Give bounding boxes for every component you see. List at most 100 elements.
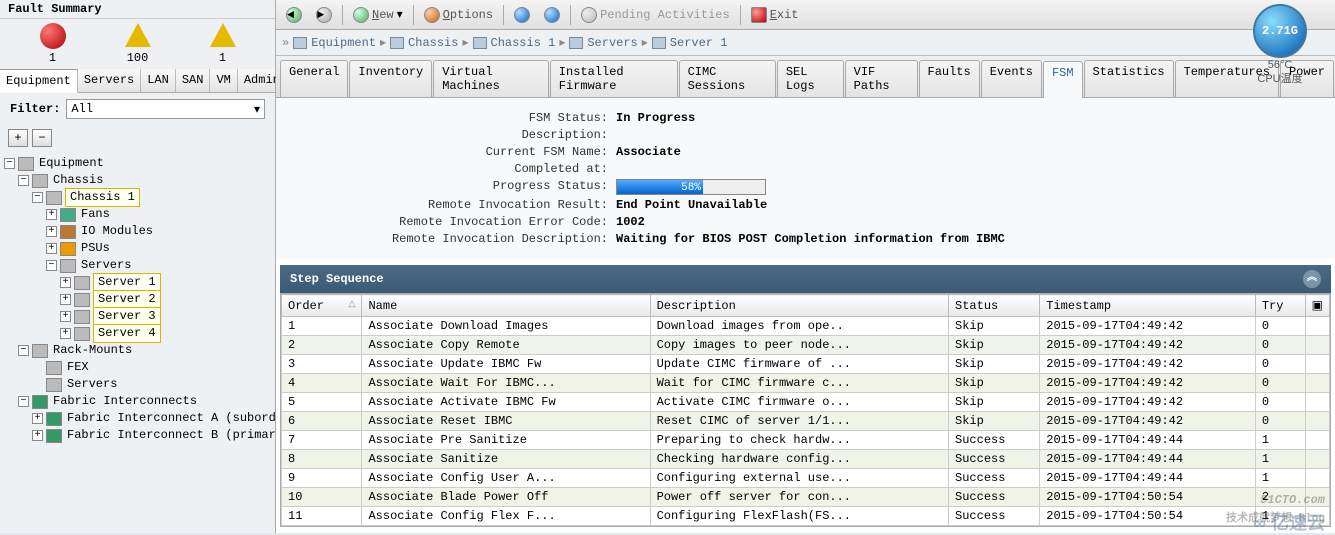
- psu-icon: [60, 242, 76, 256]
- options-icon: [424, 7, 440, 23]
- tree-server-3[interactable]: +Server 3: [2, 308, 273, 325]
- new-button[interactable]: New ▾: [349, 5, 407, 25]
- equipment-icon: [293, 37, 307, 49]
- fsm-status-value: In Progress: [616, 111, 695, 125]
- fault-minor[interactable]: 1: [180, 23, 265, 65]
- tree-root[interactable]: −Equipment: [2, 155, 273, 172]
- table-row[interactable]: 6Associate Reset IBMCReset CIMC of serve…: [282, 412, 1330, 431]
- tab-vm[interactable]: VM: [210, 69, 237, 92]
- tab-statistics[interactable]: Statistics: [1084, 60, 1174, 97]
- breadcrumb-item[interactable]: Equipment: [311, 36, 376, 50]
- nav-back-button[interactable]: ◄: [282, 5, 306, 25]
- table-row[interactable]: 11Associate Config Flex F...Configuring …: [282, 507, 1330, 526]
- table-row[interactable]: 2Associate Copy RemoteCopy images to pee…: [282, 336, 1330, 355]
- forward-icon: ►: [316, 7, 332, 23]
- table-row[interactable]: 9Associate Config User A...Configuring e…: [282, 469, 1330, 488]
- table-row[interactable]: 10Associate Blade Power OffPower off ser…: [282, 488, 1330, 507]
- col-try[interactable]: Try: [1255, 295, 1305, 317]
- chassis-icon: [32, 174, 48, 188]
- col-description[interactable]: Description: [650, 295, 948, 317]
- tab-fsm[interactable]: FSM: [1043, 61, 1083, 98]
- col-status[interactable]: Status: [949, 295, 1040, 317]
- server-icon: [74, 293, 90, 307]
- col-order[interactable]: Order△: [282, 295, 362, 317]
- tree-fex[interactable]: FEX: [2, 359, 273, 376]
- collapse-icon[interactable]: ︽: [1303, 270, 1321, 288]
- fsm-rid-label: Remote Invocation Description:: [296, 232, 616, 246]
- nav-forward-button[interactable]: ►: [312, 5, 336, 25]
- pending-button: Pending Activities: [577, 5, 734, 25]
- exit-button[interactable]: Exit: [747, 5, 803, 25]
- fsm-name-value: Associate: [616, 145, 681, 159]
- col-timestamp[interactable]: Timestamp: [1040, 295, 1256, 317]
- help-button[interactable]: [510, 5, 534, 25]
- table-row[interactable]: 4Associate Wait For IBMC...Wait for CIMC…: [282, 374, 1330, 393]
- table-row[interactable]: 1Associate Download ImagesDownload image…: [282, 317, 1330, 336]
- tree-fans[interactable]: +Fans: [2, 206, 273, 223]
- chassis-icon: [390, 37, 404, 49]
- tab-general[interactable]: General: [280, 60, 348, 97]
- info-button[interactable]: [540, 5, 564, 25]
- filter-select[interactable]: All▾: [66, 99, 265, 119]
- tree-psus[interactable]: +PSUs: [2, 240, 273, 257]
- servers-icon: [46, 378, 62, 392]
- tree-server-2[interactable]: +Server 2: [2, 291, 273, 308]
- tree-rack-mounts[interactable]: −Rack-Mounts: [2, 342, 273, 359]
- tab-sel-logs[interactable]: SEL Logs: [777, 60, 844, 97]
- tree-io-modules[interactable]: +IO Modules: [2, 223, 273, 240]
- tab-cimc-sessions[interactable]: CIMC Sessions: [679, 60, 776, 97]
- table-row[interactable]: 8Associate SanitizeChecking hardware con…: [282, 450, 1330, 469]
- fault-major[interactable]: 100: [95, 23, 180, 65]
- breadcrumb-item[interactable]: Servers: [587, 36, 637, 50]
- fsm-rid-value: Waiting for BIOS POST Completion informa…: [616, 232, 1005, 246]
- tree-chassis[interactable]: −Chassis: [2, 172, 273, 189]
- toggle-icon[interactable]: −: [4, 158, 15, 169]
- critical-icon: [40, 23, 66, 49]
- tab-faults[interactable]: Faults: [919, 60, 980, 97]
- toolbar: ◄ ► New ▾ Options Pending Activities Exi…: [276, 0, 1335, 30]
- tree-fi-a[interactable]: +Fabric Interconnect A (subordinate): [2, 410, 273, 427]
- gauge-temp: 56°C: [1235, 58, 1325, 72]
- tree-fi-b[interactable]: +Fabric Interconnect B (primary): [2, 427, 273, 444]
- gauge-label: CPU温度: [1235, 72, 1325, 86]
- tree-fabric-interconnects[interactable]: −Fabric Interconnects: [2, 393, 273, 410]
- new-icon: [353, 7, 369, 23]
- tab-inventory[interactable]: Inventory: [349, 60, 432, 97]
- tree-server-1[interactable]: +Server 1: [2, 274, 273, 291]
- fault-critical[interactable]: 1: [10, 23, 95, 65]
- col-name[interactable]: Name: [362, 295, 650, 317]
- chassis-icon: [473, 37, 487, 49]
- tab-installed-firmware[interactable]: Installed Firmware: [550, 60, 678, 97]
- tab-vif-paths[interactable]: VIF Paths: [845, 60, 918, 97]
- fi-icon: [46, 429, 62, 443]
- fsm-name-label: Current FSM Name:: [296, 145, 616, 159]
- fault-summary-row: 1 100 1: [0, 19, 275, 69]
- table-row[interactable]: 7Associate Pre SanitizePreparing to chec…: [282, 431, 1330, 450]
- tab-virtual-machines[interactable]: Virtual Machines: [433, 60, 549, 97]
- table-row[interactable]: 5Associate Activate IBMC FwActivate CIMC…: [282, 393, 1330, 412]
- column-menu-button[interactable]: ▣: [1305, 295, 1329, 317]
- exit-icon: [751, 7, 767, 23]
- chevron-down-icon: ▾: [254, 102, 260, 117]
- tree-servers[interactable]: −Servers: [2, 257, 273, 274]
- tree-server-4[interactable]: +Server 4: [2, 325, 273, 342]
- step-sequence-header[interactable]: Step Sequence ︽: [280, 265, 1331, 293]
- table-row[interactable]: 3Associate Update IBMC FwUpdate CIMC fir…: [282, 355, 1330, 374]
- tree-rack-servers[interactable]: Servers: [2, 376, 273, 393]
- fi-icon: [32, 395, 48, 409]
- expand-all-button[interactable]: +: [8, 129, 28, 147]
- tree-chassis-1[interactable]: −Chassis 1: [2, 189, 273, 206]
- breadcrumb-item[interactable]: Server 1: [670, 36, 728, 50]
- fsm-rir-label: Remote Invocation Result:: [296, 198, 616, 212]
- tab-equipment[interactable]: Equipment: [0, 69, 78, 93]
- tab-servers[interactable]: Servers: [78, 69, 141, 92]
- options-button[interactable]: Options: [420, 5, 497, 25]
- breadcrumb-item[interactable]: Chassis: [408, 36, 458, 50]
- breadcrumb-item[interactable]: Chassis 1: [491, 36, 556, 50]
- tab-san[interactable]: SAN: [176, 69, 211, 92]
- tab-lan[interactable]: LAN: [141, 69, 176, 92]
- collapse-all-button[interactable]: −: [32, 129, 52, 147]
- servers-icon: [569, 37, 583, 49]
- tab-events[interactable]: Events: [981, 60, 1042, 97]
- major-icon: [125, 23, 151, 47]
